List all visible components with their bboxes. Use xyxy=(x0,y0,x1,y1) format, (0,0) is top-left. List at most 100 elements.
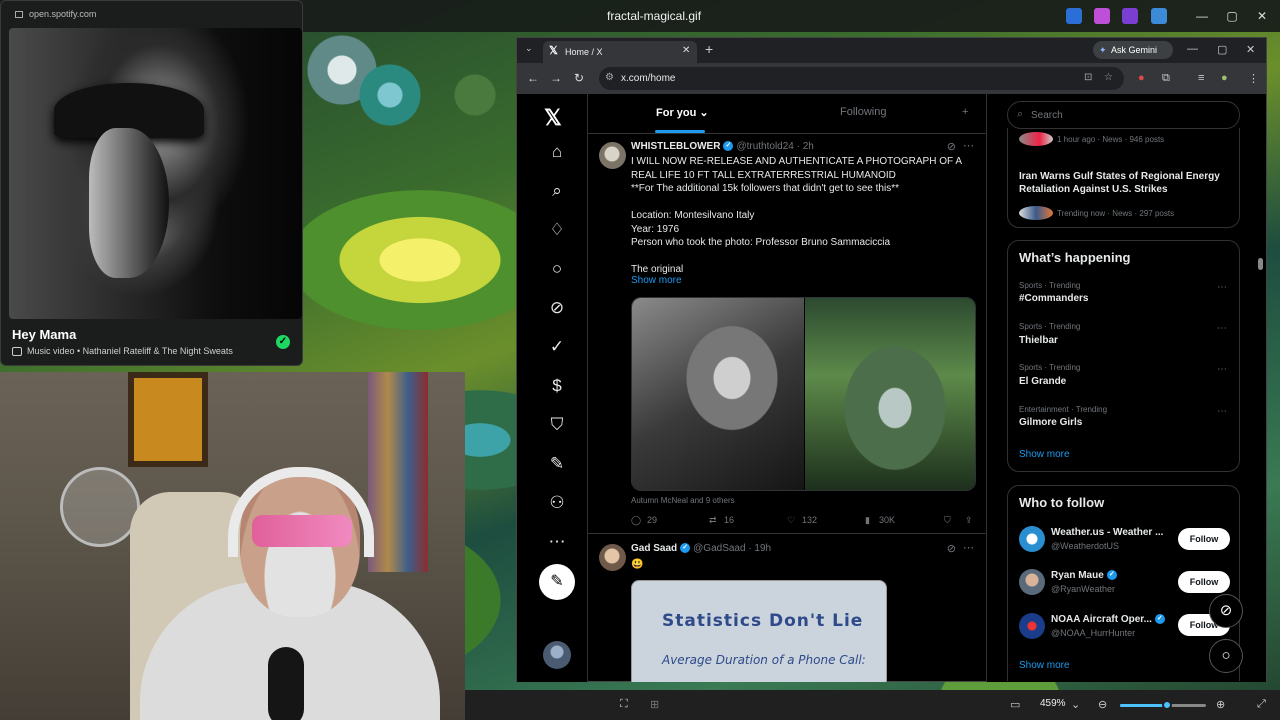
x-logo-icon[interactable]: 𝕏 xyxy=(544,105,562,131)
follow-button[interactable]: Follow xyxy=(1178,528,1230,550)
zoom-dropdown-icon[interactable]: ⌄ xyxy=(1071,698,1080,711)
grok-icon[interactable]: ⊘ xyxy=(947,542,956,555)
show-more-link[interactable]: Show more xyxy=(631,275,682,286)
repost-icon[interactable]: ⇄ xyxy=(709,515,717,526)
account-name-text[interactable]: NOAA Aircraft Oper... xyxy=(1051,614,1152,625)
aspect-ratio-icon[interactable]: ▭ xyxy=(1010,698,1020,711)
url-text[interactable]: x.com/home xyxy=(621,73,675,84)
zoom-out-icon[interactable]: ⊖ xyxy=(1098,698,1107,711)
tweet-author[interactable]: Gad Saad ✓ @GadSaad · 19h xyxy=(631,543,771,554)
trend-name[interactable]: Gilmore Girls xyxy=(1019,417,1082,428)
grok-icon[interactable]: ⊘ xyxy=(947,140,956,153)
new-tab-button[interactable]: + xyxy=(705,41,713,57)
browser-close-button[interactable]: ✕ xyxy=(1246,43,1255,56)
zoom-level[interactable]: 459% xyxy=(1040,698,1066,709)
share-icon[interactable]: ⇪ xyxy=(965,515,973,526)
zoom-slider-thumb[interactable] xyxy=(1162,700,1173,710)
account-name[interactable]: Ryan Maue ✓ xyxy=(1051,570,1117,581)
add-timeline-button[interactable]: + xyxy=(962,106,968,118)
bookmarks-icon[interactable]: ⛉ xyxy=(546,414,568,436)
avatar[interactable] xyxy=(599,544,626,571)
messages-float-icon[interactable]: ○ xyxy=(1209,639,1243,673)
profile-avatar-icon[interactable]: ● xyxy=(1221,72,1228,84)
explore-icon[interactable]: ⌕ xyxy=(546,180,568,202)
close-button[interactable]: ✕ xyxy=(1248,6,1276,26)
site-info-icon[interactable] xyxy=(15,11,23,19)
maximize-button[interactable]: ▢ xyxy=(1218,6,1246,26)
home-icon[interactable]: ⌂ xyxy=(546,141,568,163)
bookmark-icon[interactable]: ⛉ xyxy=(944,515,951,526)
fullscreen-icon[interactable]: ⤢ xyxy=(1257,698,1266,711)
messages-icon[interactable]: ○ xyxy=(546,258,568,280)
avatar[interactable] xyxy=(1019,569,1045,595)
reply-icon[interactable]: ◯ xyxy=(631,515,641,526)
like-icon[interactable]: ♡ xyxy=(787,515,795,526)
avatar[interactable] xyxy=(1019,613,1045,639)
grok-icon[interactable]: ⊘ xyxy=(546,297,568,319)
browser-maximize-button[interactable]: ▢ xyxy=(1217,43,1227,56)
more-options-icon[interactable]: ⋯ xyxy=(1217,406,1227,417)
views-icon[interactable]: ▮ xyxy=(865,515,870,526)
tab-home-x[interactable]: 𝕏 Home / X ✕ xyxy=(543,41,697,63)
tweet[interactable]: Gad Saad ✓ @GadSaad · 19h ⊘ ⋯ 😃 Statistics… xyxy=(588,535,986,682)
omnibox[interactable]: ⚙ x.com/home ⊡ ☆ xyxy=(599,67,1124,90)
tweet-author[interactable]: WHISTLEBLOWER ✓ @truthtold24 · 2h xyxy=(631,141,814,152)
author-name[interactable]: WHISTLEBLOWER xyxy=(631,141,720,152)
tagged-people[interactable]: Autumn McNeal and 9 others xyxy=(631,496,735,505)
search-input[interactable]: ⌕ Search xyxy=(1007,101,1240,129)
tray-app-icon[interactable] xyxy=(1122,8,1138,24)
avatar[interactable] xyxy=(1019,526,1045,552)
install-app-icon[interactable]: ⊡ xyxy=(1084,72,1092,83)
ask-gemini-button[interactable]: Ask Gemini xyxy=(1093,41,1173,59)
show-more-link[interactable]: Show more xyxy=(1019,660,1070,671)
track-title[interactable]: Hey Mama xyxy=(12,327,76,342)
author-name[interactable]: Gad Saad xyxy=(631,543,677,554)
tray-app-icon[interactable] xyxy=(1151,8,1167,24)
follow-button[interactable]: Follow xyxy=(1178,571,1230,593)
account-name[interactable]: NOAA Aircraft Oper... ✓ xyxy=(1051,614,1165,625)
account-handle[interactable]: @WeatherdotUS xyxy=(1051,541,1119,551)
tab-close-icon[interactable]: ✕ xyxy=(682,45,690,56)
author-handle[interactable]: @GadSaad · 19h xyxy=(693,543,771,554)
photo-left[interactable] xyxy=(632,298,804,490)
site-info-icon[interactable]: ⚙ xyxy=(605,72,614,83)
bookmark-star-icon[interactable]: ☆ xyxy=(1104,72,1113,83)
account-handle[interactable]: @RyanWeather xyxy=(1051,584,1115,594)
scrollbar-thumb[interactable] xyxy=(1258,258,1263,270)
minimize-button[interactable]: — xyxy=(1188,6,1216,26)
compose-post-button[interactable]: ✎ xyxy=(539,564,575,600)
adblock-extension-icon[interactable]: ● xyxy=(1138,72,1145,84)
browser-menu-icon[interactable]: ⋮ xyxy=(1248,72,1259,85)
media-controls-icon[interactable]: ≡ xyxy=(1198,72,1204,84)
more-options-icon[interactable]: ⋯ xyxy=(1217,323,1227,334)
reload-icon[interactable]: ↻ xyxy=(574,71,584,85)
tray-app-icon[interactable] xyxy=(1066,8,1082,24)
tweet-image[interactable]: Statistics Don't Lie Average Duration of… xyxy=(631,580,887,682)
author-handle[interactable]: @truthtold24 · 2h xyxy=(736,141,813,152)
tab-for-you[interactable]: For you ⌄ xyxy=(656,106,709,119)
more-options-icon[interactable]: ⋯ xyxy=(963,139,974,152)
forward-icon[interactable]: → xyxy=(550,71,562,85)
tweet[interactable]: WHISTLEBLOWER ✓ @truthtold24 · 2h ⊘ ⋯ I WI… xyxy=(588,134,986,534)
tab-search-icon[interactable]: ⌄ xyxy=(525,43,533,54)
profile-icon[interactable]: ⚇ xyxy=(546,492,568,514)
grok-float-icon[interactable]: ⊘ xyxy=(1209,594,1243,628)
tweet-image[interactable] xyxy=(631,297,976,491)
actual-size-icon[interactable]: ⊞ xyxy=(650,698,659,711)
notifications-icon[interactable]: ♢ xyxy=(546,219,568,241)
more-options-icon[interactable]: ⋯ xyxy=(1217,282,1227,293)
premium-icon[interactable]: $ xyxy=(546,375,568,397)
account-name[interactable]: Weather.us - Weather ... xyxy=(1051,527,1163,538)
account-handle[interactable]: @NOAA_HurrHunter xyxy=(1051,628,1135,638)
lists-icon[interactable]: ✎ xyxy=(546,453,568,475)
trend-name[interactable]: El Grande xyxy=(1019,376,1066,387)
zoom-slider[interactable] xyxy=(1120,700,1206,710)
extensions-icon[interactable]: ⧉ xyxy=(1162,72,1170,85)
more-options-icon[interactable]: ⋯ xyxy=(963,541,974,554)
verified-orgs-icon[interactable]: ✓ xyxy=(546,336,568,358)
zoom-in-icon[interactable]: ⊕ xyxy=(1216,698,1225,711)
tray-app-icon[interactable] xyxy=(1094,8,1110,24)
saved-check-icon[interactable]: ✓ xyxy=(276,335,290,349)
avatar[interactable] xyxy=(599,142,626,169)
news-headline[interactable]: Iran Warns Gulf States of Regional Energ… xyxy=(1019,170,1234,196)
